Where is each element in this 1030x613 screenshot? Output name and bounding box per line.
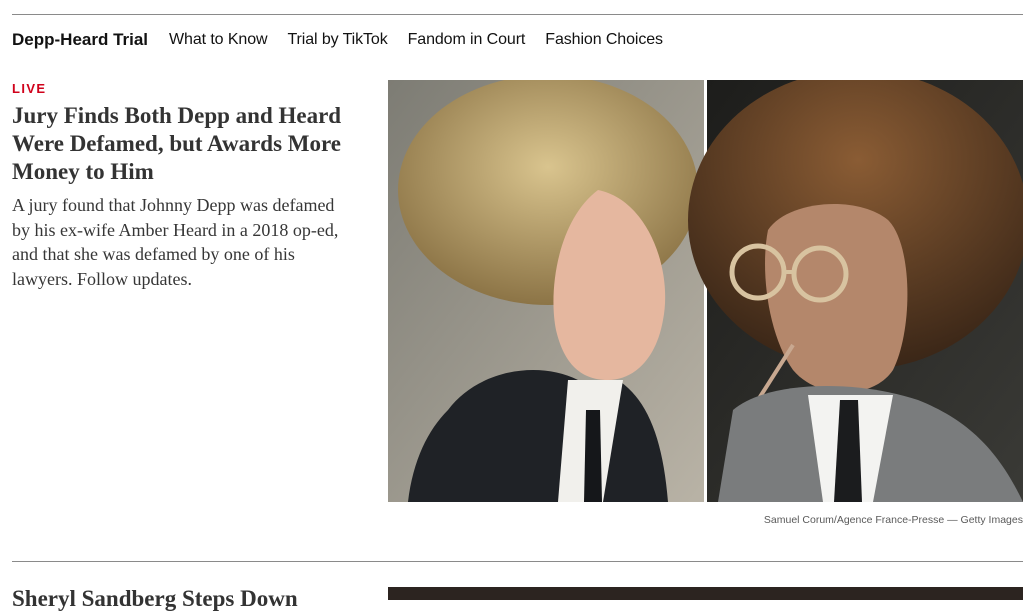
- nav-link-what-to-know[interactable]: What to Know: [169, 31, 268, 49]
- story-summary[interactable]: A jury found that Johnny Depp was defame…: [12, 193, 347, 291]
- photo-credit: Samuel Corum/Agence France-Presse — Gett…: [763, 514, 1023, 526]
- nav-section-title[interactable]: Depp-Heard Trial: [12, 30, 148, 50]
- nav-link-trial-by-tiktok[interactable]: Trial by TikTok: [287, 31, 387, 49]
- story-photo[interactable]: [388, 80, 1023, 502]
- section-divider: [12, 561, 1023, 562]
- story-nav: Depp-Heard Trial What to Know Trial by T…: [12, 29, 683, 51]
- next-story-photo[interactable]: [388, 587, 1023, 600]
- story-headline[interactable]: Jury Finds Both Depp and Heard Were Defa…: [12, 102, 352, 186]
- live-label: LIVE: [12, 81, 47, 96]
- photo-illustration: [388, 80, 1023, 502]
- top-rule: [12, 14, 1023, 15]
- next-story-headline[interactable]: Sheryl Sandberg Steps Down: [12, 585, 298, 613]
- nav-link-fashion-choices[interactable]: Fashion Choices: [545, 31, 663, 49]
- nav-link-fandom-in-court[interactable]: Fandom in Court: [408, 31, 526, 49]
